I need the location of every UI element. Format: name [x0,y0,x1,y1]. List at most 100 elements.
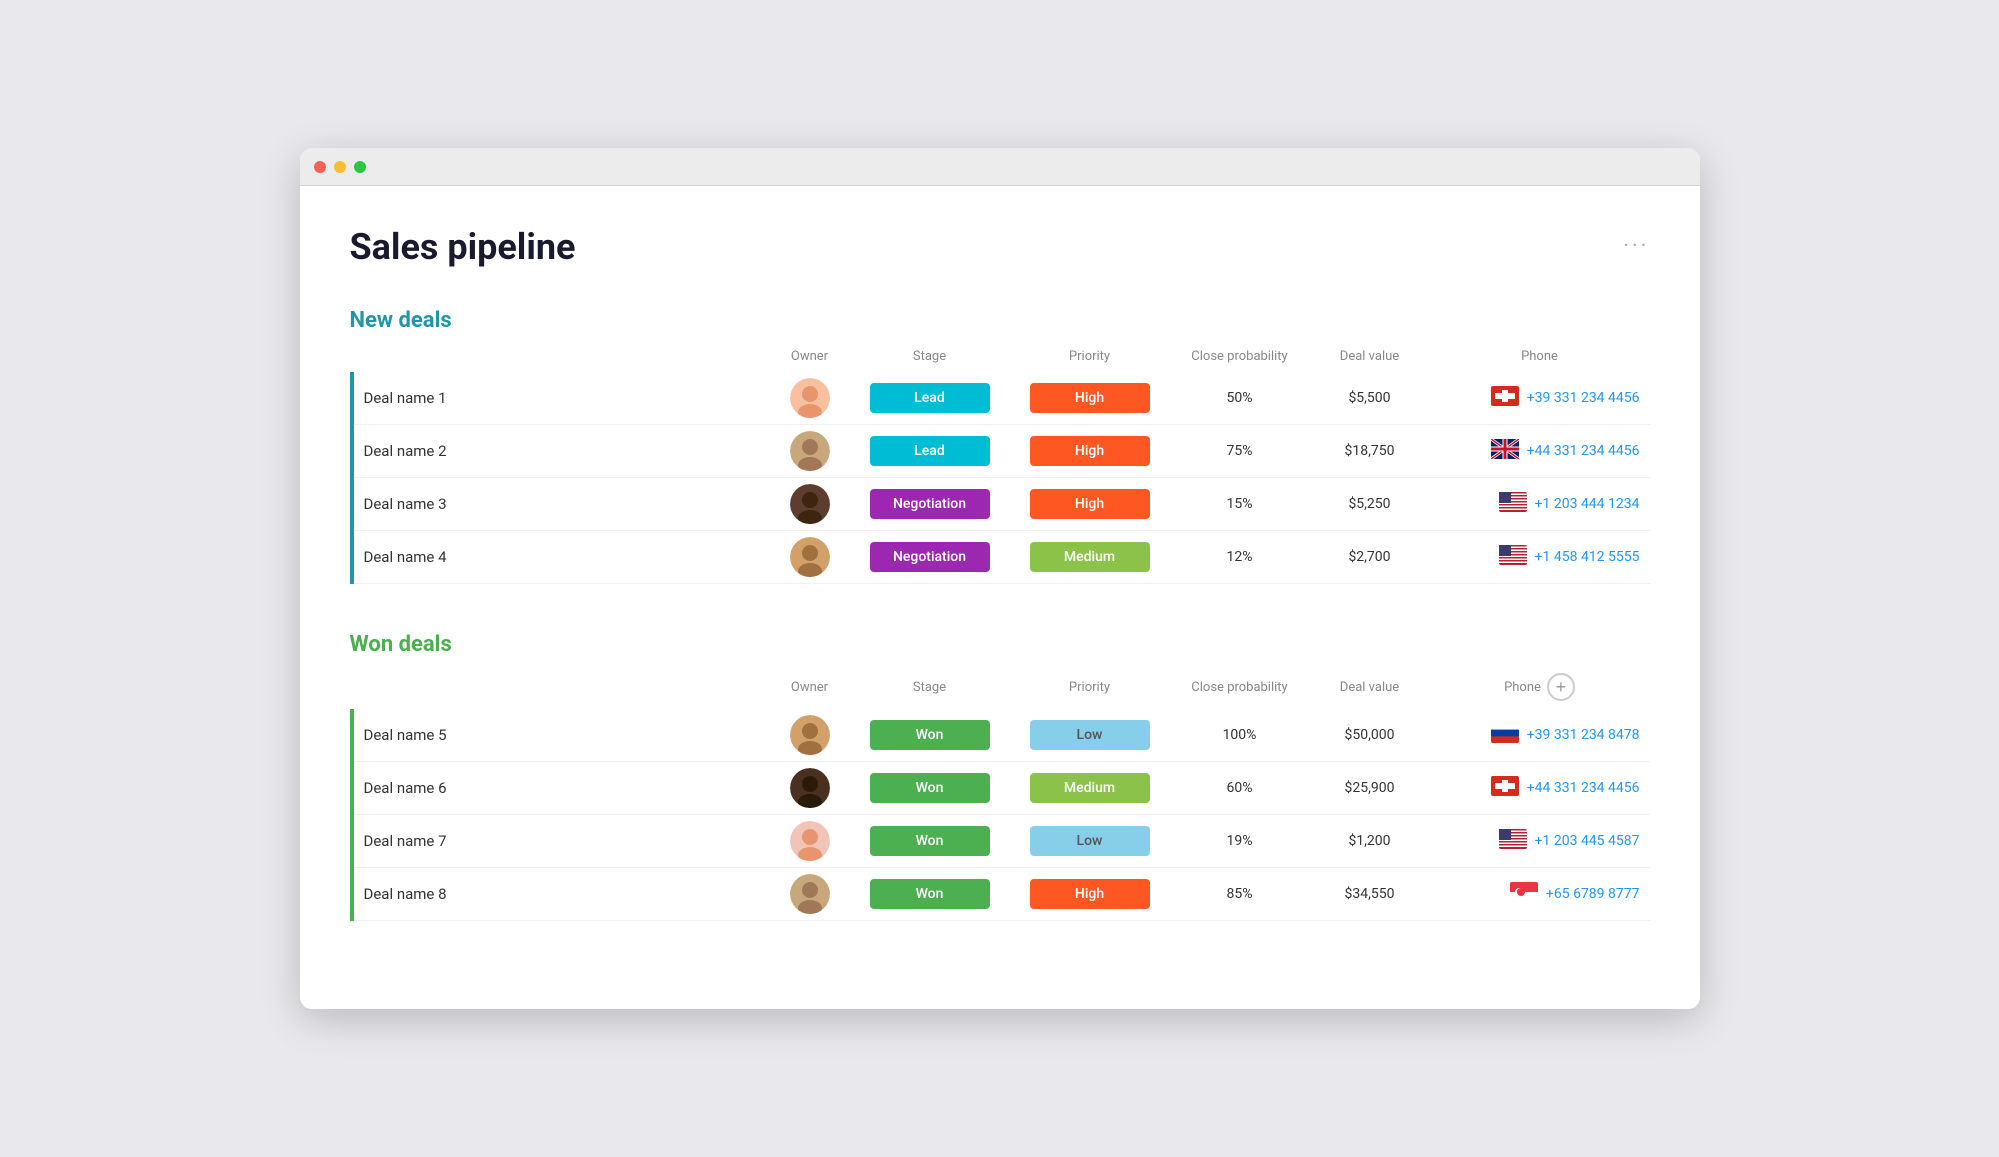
table-row[interactable]: Deal name 8 Won High 85% $34,550 +65 678… [352,868,1650,921]
close-probability: 75% [1170,425,1310,478]
phone-cell: +1 458 412 5555 [1430,531,1650,584]
phone-cell: +44 331 234 4456 [1430,425,1650,478]
phone-cell: +39 331 234 4456 [1430,372,1650,425]
phone-cell: +1 203 445 4587 [1430,815,1650,868]
deal-value: $50,000 [1310,709,1430,762]
deal-priority: High [1010,868,1170,921]
deal-name: Deal name 4 [352,531,770,584]
avatar [790,537,830,577]
deal-owner [770,868,850,921]
deal-priority: High [1010,478,1170,531]
priority-badge: High [1030,489,1150,519]
priority-badge: High [1030,383,1150,413]
deal-owner [770,425,850,478]
flag-icon [1491,386,1519,410]
deal-name: Deal name 5 [352,709,770,762]
avatar [790,431,830,471]
deal-stage: Won [850,762,1010,815]
th-phone-new: Phone [1430,341,1650,372]
deal-priority: Low [1010,815,1170,868]
th-phone-won: Phone + [1430,665,1650,709]
app-window: Sales pipeline ··· New deals Owner Stage… [300,148,1700,1009]
close-probability: 19% [1170,815,1310,868]
avatar [790,484,830,524]
table-row[interactable]: Deal name 6 Won Medium 60% $25,900 +44 3… [352,762,1650,815]
table-row[interactable]: Deal name 4 Negotiation Medium 12% $2,70… [352,531,1650,584]
deal-owner [770,372,850,425]
flag-icon [1499,829,1527,853]
main-content: Sales pipeline ··· New deals Owner Stage… [300,186,1700,1009]
deal-stage: Negotiation [850,531,1010,584]
th-name-won [352,665,770,709]
deal-stage: Won [850,709,1010,762]
th-name-new [352,341,770,372]
th-prob-new: Close probability [1170,341,1310,372]
deal-priority: Medium [1010,531,1170,584]
deal-stage: Negotiation [850,478,1010,531]
page-title: Sales pipeline [350,226,576,268]
stage-badge: Won [870,720,990,750]
table-row[interactable]: Deal name 5 Won Low 100% $50,000 +39 331… [352,709,1650,762]
priority-badge: Low [1030,720,1150,750]
table-row[interactable]: Deal name 7 Won Low 19% $1,200 +1 203 44… [352,815,1650,868]
deal-owner [770,762,850,815]
new-deals-table-header: Owner Stage Priority Close probability D… [352,341,1650,372]
flag-icon [1499,545,1527,569]
table-row[interactable]: Deal name 1 Lead High 50% $5,500 +39 331… [352,372,1650,425]
avatar [790,874,830,914]
table-row[interactable]: Deal name 2 Lead High 75% $18,750 +44 33… [352,425,1650,478]
stage-badge: Won [870,773,990,803]
phone-number[interactable]: +39 331 234 4456 [1527,390,1640,406]
phone-cell: +39 331 234 8478 [1430,709,1650,762]
flag-icon [1491,776,1519,800]
phone-number[interactable]: +65 6789 8777 [1546,886,1640,902]
add-won-deal-button[interactable]: + [1547,673,1575,701]
th-stage-won: Stage [850,665,1010,709]
won-deals-title: Won deals [350,632,452,657]
th-value-won: Deal value [1310,665,1430,709]
avatar [790,821,830,861]
new-deals-header: New deals [350,308,1650,333]
th-priority-new: Priority [1010,341,1170,372]
minimize-button[interactable] [334,161,346,173]
phone-cell: +65 6789 8777 [1430,868,1650,921]
th-stage-new: Stage [850,341,1010,372]
deal-value: $34,550 [1310,868,1430,921]
deal-stage: Won [850,868,1010,921]
phone-number[interactable]: +44 331 234 4456 [1527,443,1640,459]
flag-icon [1491,439,1519,463]
th-owner-won: Owner [770,665,850,709]
th-priority-won: Priority [1010,665,1170,709]
phone-number[interactable]: +1 203 444 1234 [1535,496,1640,512]
phone-number[interactable]: +1 203 445 4587 [1535,833,1640,849]
deal-priority: High [1010,425,1170,478]
avatar [790,378,830,418]
phone-number[interactable]: +1 458 412 5555 [1535,549,1640,565]
more-options-icon[interactable]: ··· [1623,234,1649,259]
close-probability: 15% [1170,478,1310,531]
priority-badge: High [1030,879,1150,909]
deal-name: Deal name 7 [352,815,770,868]
close-button[interactable] [314,161,326,173]
avatar [790,768,830,808]
phone-header-label-won: Phone [1504,680,1541,695]
close-probability: 100% [1170,709,1310,762]
deal-value: $25,900 [1310,762,1430,815]
deal-value: $5,250 [1310,478,1430,531]
avatar [790,715,830,755]
phone-number[interactable]: +39 331 234 8478 [1527,727,1640,743]
flag-icon [1491,723,1519,747]
close-probability: 85% [1170,868,1310,921]
deal-owner [770,815,850,868]
titlebar [300,148,1700,186]
deal-value: $18,750 [1310,425,1430,478]
deal-owner [770,709,850,762]
won-deals-header: Won deals [350,632,1650,657]
close-probability: 50% [1170,372,1310,425]
phone-number[interactable]: +44 331 234 4456 [1527,780,1640,796]
th-owner-new: Owner [770,341,850,372]
deal-priority: Medium [1010,762,1170,815]
stage-badge: Won [870,879,990,909]
table-row[interactable]: Deal name 3 Negotiation High 15% $5,250 … [352,478,1650,531]
maximize-button[interactable] [354,161,366,173]
